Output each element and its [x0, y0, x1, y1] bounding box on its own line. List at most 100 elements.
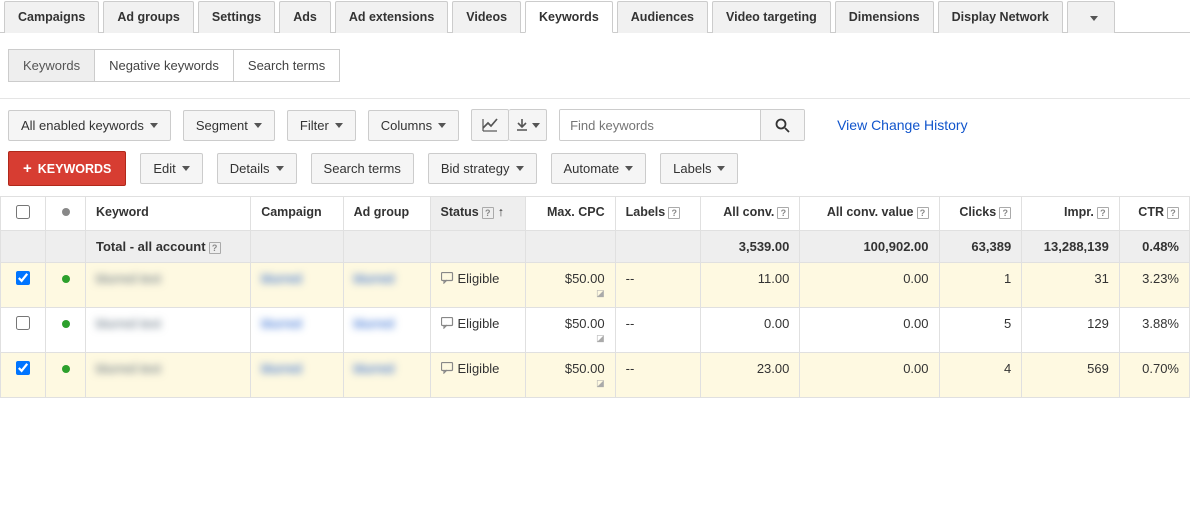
col-impr[interactable]: Impr.?: [1022, 197, 1120, 231]
help-icon[interactable]: ?: [482, 207, 494, 219]
download-dropdown[interactable]: [509, 109, 547, 141]
tab-ad-extensions[interactable]: Ad extensions: [335, 1, 448, 33]
caret-down-icon: [438, 123, 446, 128]
col-allconv[interactable]: All conv.?: [701, 197, 800, 231]
total-impr: 13,288,139: [1022, 231, 1120, 263]
chart-button[interactable]: [471, 109, 509, 141]
total-allconvval: 100,902.00: [800, 231, 939, 263]
segment-dropdown[interactable]: Segment: [183, 110, 275, 141]
cell-clicks: 1: [939, 263, 1022, 308]
view-change-history-link[interactable]: View Change History: [837, 117, 967, 133]
row-checkbox[interactable]: [16, 316, 30, 330]
table-row[interactable]: blurred textblurredblurredEligible$50.00…: [1, 353, 1190, 398]
tab-video-targeting[interactable]: Video targeting: [712, 1, 831, 33]
edit-flag-icon[interactable]: ◪: [536, 288, 604, 299]
add-keywords-button[interactable]: +KEYWORDS: [8, 151, 126, 186]
help-icon[interactable]: ?: [209, 242, 221, 254]
search-input[interactable]: [560, 110, 760, 140]
edit-dropdown[interactable]: Edit: [140, 153, 202, 184]
col-select-all[interactable]: [1, 197, 46, 231]
help-icon[interactable]: ?: [917, 207, 929, 219]
status-header-label: Status: [441, 205, 479, 219]
search-button[interactable]: [760, 110, 804, 140]
filter-btn-label: Filter: [300, 118, 329, 133]
tab-ad-groups[interactable]: Ad groups: [103, 1, 194, 33]
tab-dimensions[interactable]: Dimensions: [835, 1, 934, 33]
tab-more-dropdown[interactable]: [1067, 1, 1115, 33]
col-adgroup[interactable]: Ad group: [343, 197, 430, 231]
speech-bubble-icon[interactable]: [441, 362, 454, 377]
subtab-negative-keywords[interactable]: Negative keywords: [95, 49, 234, 82]
col-keyword[interactable]: Keyword: [86, 197, 251, 231]
status-text: Eligible: [458, 271, 500, 286]
col-status-dot[interactable]: [46, 197, 86, 231]
select-all-checkbox[interactable]: [16, 205, 30, 219]
help-icon[interactable]: ?: [1167, 207, 1179, 219]
cell-impr: 31: [1022, 263, 1120, 308]
caret-down-icon: [182, 166, 190, 171]
caret-down-icon: [532, 123, 540, 128]
campaign-text: blurred: [261, 316, 301, 331]
help-icon[interactable]: ?: [777, 207, 789, 219]
col-maxcpc[interactable]: Max. CPC: [526, 197, 615, 231]
tab-settings[interactable]: Settings: [198, 1, 275, 33]
tab-display-network[interactable]: Display Network: [938, 1, 1063, 33]
col-labels[interactable]: Labels?: [615, 197, 701, 231]
col-clicks[interactable]: Clicks?: [939, 197, 1022, 231]
col-status[interactable]: Status?↑: [430, 197, 526, 231]
caret-down-icon: [276, 166, 284, 171]
filter-enabled-keywords-dropdown[interactable]: All enabled keywords: [8, 110, 171, 141]
row-checkbox[interactable]: [16, 361, 30, 375]
search-terms-label: Search terms: [324, 161, 401, 176]
total-allconv: 3,539.00: [701, 231, 800, 263]
keyword-text: blurred text: [96, 316, 161, 331]
total-ctr: 0.48%: [1119, 231, 1189, 263]
status-dot-icon: [62, 275, 70, 283]
edit-flag-icon[interactable]: ◪: [536, 333, 604, 344]
subtab-search-terms[interactable]: Search terms: [234, 49, 340, 82]
cell-labels: --: [615, 263, 701, 308]
tab-videos[interactable]: Videos: [452, 1, 521, 33]
total-clicks: 63,389: [939, 231, 1022, 263]
tab-audiences[interactable]: Audiences: [617, 1, 708, 33]
segment-label: Segment: [196, 118, 248, 133]
edit-flag-icon[interactable]: ◪: [536, 378, 604, 389]
labels-dropdown[interactable]: Labels: [660, 153, 738, 184]
cell-keyword: blurred text: [86, 308, 251, 353]
details-dropdown[interactable]: Details: [217, 153, 297, 184]
help-icon[interactable]: ?: [668, 207, 680, 219]
bid-strategy-dropdown[interactable]: Bid strategy: [428, 153, 537, 184]
tab-campaigns[interactable]: Campaigns: [4, 1, 99, 33]
keyword-text: blurred text: [96, 271, 161, 286]
speech-bubble-icon[interactable]: [441, 317, 454, 332]
speech-bubble-icon[interactable]: [441, 272, 454, 287]
toolbar-filters: All enabled keywords Segment Filter Colu…: [0, 99, 1190, 151]
tab-keywords[interactable]: Keywords: [525, 1, 613, 33]
cell-allconv: 11.00: [701, 263, 800, 308]
cell-keyword: blurred text: [86, 353, 251, 398]
search-icon: [775, 118, 790, 133]
row-checkbox[interactable]: [16, 271, 30, 285]
col-allconvval[interactable]: All conv. value?: [800, 197, 939, 231]
tab-ads[interactable]: Ads: [279, 1, 331, 33]
allconvval-header-label: All conv. value: [827, 205, 914, 219]
columns-dropdown[interactable]: Columns: [368, 110, 459, 141]
table-row[interactable]: blurred textblurredblurredEligible$50.00…: [1, 263, 1190, 308]
filter-dropdown[interactable]: Filter: [287, 110, 356, 141]
subtab-keywords[interactable]: Keywords: [8, 49, 95, 82]
keyword-text: blurred text: [96, 361, 161, 376]
cell-allconv: 0.00: [701, 308, 800, 353]
search-terms-button[interactable]: Search terms: [311, 153, 414, 184]
automate-dropdown[interactable]: Automate: [551, 153, 647, 184]
table-row[interactable]: blurred textblurredblurredEligible$50.00…: [1, 308, 1190, 353]
help-icon[interactable]: ?: [999, 207, 1011, 219]
cell-allconvval: 0.00: [800, 263, 939, 308]
adgroup-text: blurred: [354, 316, 394, 331]
edit-label: Edit: [153, 161, 175, 176]
help-icon[interactable]: ?: [1097, 207, 1109, 219]
caret-down-icon: [717, 166, 725, 171]
col-ctr[interactable]: CTR?: [1119, 197, 1189, 231]
filter-label: All enabled keywords: [21, 118, 144, 133]
cell-status: Eligible: [430, 308, 526, 353]
col-campaign[interactable]: Campaign: [251, 197, 343, 231]
